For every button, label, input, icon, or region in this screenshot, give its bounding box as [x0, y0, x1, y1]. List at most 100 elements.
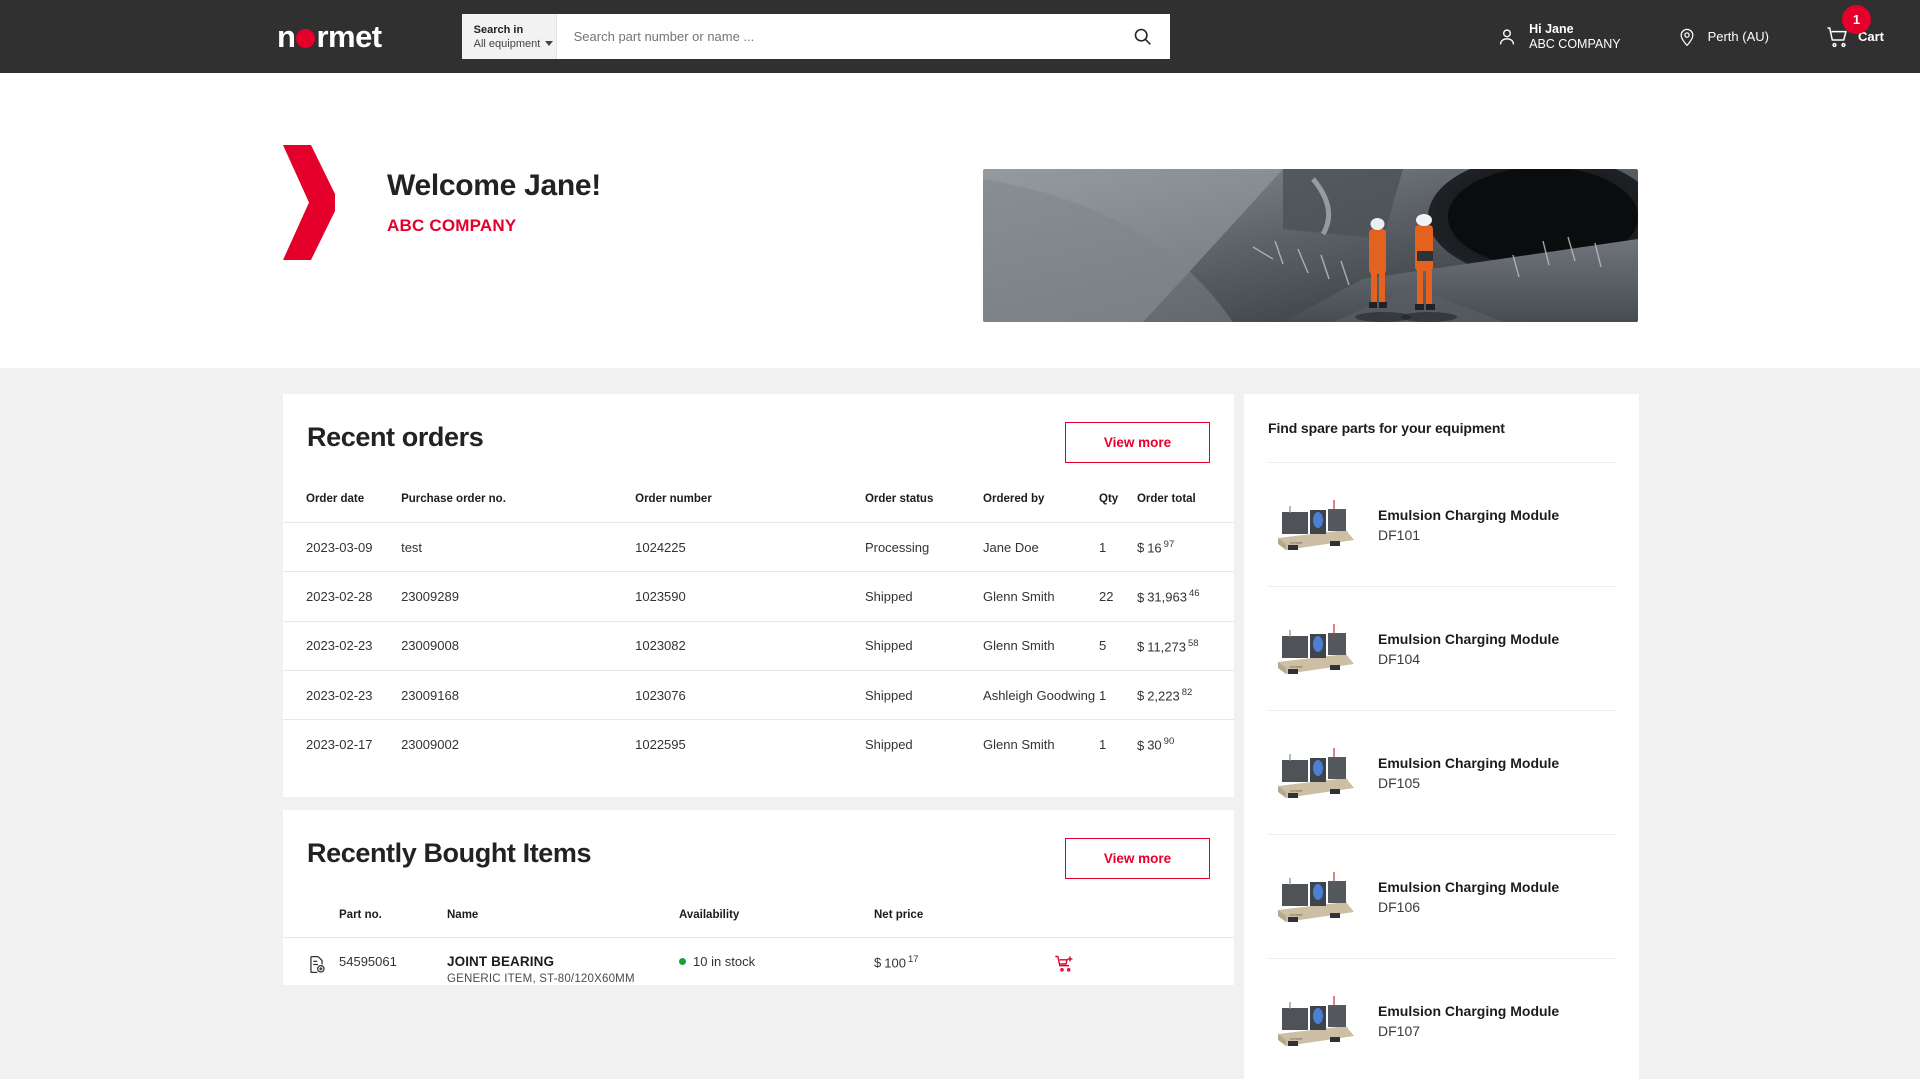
cell-qty: 1 — [1099, 669, 1137, 720]
column-actions — [1054, 909, 1234, 938]
cell-ordered-by: Jane Doe — [983, 521, 1099, 572]
currency-symbol: $ — [1136, 638, 1145, 654]
cell-po-number: 23009168 — [401, 669, 636, 720]
table-row[interactable]: 2023-02-28 23009289 1023590 Shipped Glen… — [283, 571, 1234, 622]
cents: 46 — [1188, 588, 1200, 600]
cents: 97 — [1163, 539, 1175, 550]
column-order-date: Order date — [306, 493, 365, 505]
cell-qty: 1 — [1099, 521, 1137, 572]
column-order-status: Order status — [864, 493, 934, 505]
cents: 17 — [907, 953, 919, 965]
recent-orders-header: Recent orders View more — [283, 394, 1234, 463]
cents: 82 — [1181, 686, 1193, 698]
user-icon — [1500, 28, 1515, 44]
equipment-item-df105[interactable]: normet Emulsion Charging Module DF105 — [1268, 710, 1615, 834]
location-selector[interactable]: Perth (AU) — [1677, 26, 1769, 48]
stock-label: 10 in stock — [693, 953, 756, 969]
spare-parts-title: Find spare parts for your equipment — [1268, 420, 1505, 436]
cell-order-number: 1023590 — [635, 571, 865, 622]
search-icon — [1134, 28, 1152, 45]
svg-text:normet: normet — [1290, 788, 1303, 793]
cell-order-total: $30 90 — [1136, 719, 1234, 769]
equipment-thumbnail: normet — [1268, 865, 1360, 928]
equipment-item-df101[interactable]: normet Emulsion Charging Module DF101 — [1268, 462, 1615, 586]
amount: 2,223 — [1147, 688, 1180, 704]
cell-order-status: Shipped — [864, 669, 984, 720]
equipment-name: Emulsion Charging Module — [1378, 754, 1560, 771]
cell-po-number: 23009289 — [401, 571, 636, 622]
cell-order-number: 1022595 — [635, 719, 865, 769]
in-stock-dot-icon — [679, 957, 686, 965]
user-company: ABC COMPANY — [1529, 36, 1621, 51]
table-row[interactable]: 2023-02-23 23009168 1023076 Shipped Ashl… — [283, 669, 1234, 720]
cell-order-total: $16 97 — [1136, 521, 1234, 572]
welcome-title: Welcome Jane! — [387, 169, 601, 202]
table-row[interactable]: 2023-02-17 23009002 1022595 Shipped Glen… — [283, 719, 1234, 769]
search-scope-dropdown[interactable]: Search in All equipment — [461, 14, 557, 59]
table-row[interactable]: 2023-02-23 23009008 1023082 Shipped Glen… — [283, 620, 1234, 671]
search-scope-value-row: All equipment — [474, 37, 556, 51]
equipment-thumbnail: normet — [1268, 741, 1360, 804]
cell-qty: 5 — [1099, 620, 1137, 671]
cart-button[interactable]: Cart 1 — [1825, 4, 1884, 49]
column-order-total: Order total — [1136, 493, 1196, 505]
equipment-labels: Emulsion Charging Module DF106 — [1378, 877, 1559, 917]
cell-order-status: Shipped — [864, 719, 984, 769]
currency-symbol: $ — [1136, 737, 1145, 753]
svg-text:normet: normet — [1290, 664, 1303, 669]
site-header: nrmet Search in All equipment Hi Jane AB… — [0, 0, 1920, 73]
currency-symbol: $ — [874, 954, 882, 970]
left-column: Recent orders View more Order date Purch… — [283, 394, 1234, 1079]
equipment-item-df104[interactable]: normet Emulsion Charging Module DF104 — [1268, 586, 1615, 710]
column-ordered-by: Ordered by — [983, 493, 1045, 505]
cell-qty: 1 — [1099, 719, 1137, 769]
location-label: Perth (AU) — [1707, 29, 1769, 44]
cell-order-date: 2023-02-23 — [283, 620, 402, 671]
logo-text-after: rmet — [316, 19, 382, 54]
normet-logo[interactable]: n rmet — [277, 21, 382, 52]
cell-qty: 22 — [1099, 571, 1137, 622]
cell-availability: 10 in stock — [679, 936, 874, 985]
product-name: JOINT BEARING — [447, 953, 555, 969]
add-to-cart-icon — [1055, 955, 1073, 972]
svg-text:normet: normet — [1290, 912, 1303, 917]
cell-po-number: test — [401, 521, 636, 572]
column-icon — [283, 909, 339, 938]
table-header-row: Part no. Name Availability Net price — [283, 909, 1234, 938]
column-name: Name — [447, 908, 479, 921]
search-button[interactable] — [1115, 14, 1170, 59]
cell-doc-icon[interactable] — [283, 936, 339, 985]
cell-add-to-cart[interactable] — [1054, 936, 1234, 985]
cell-order-date: 2023-02-17 — [283, 719, 402, 769]
cell-order-number: 1023076 — [635, 669, 865, 720]
recently-bought-view-more-button[interactable]: View more — [1065, 837, 1210, 879]
search-input[interactable] — [556, 14, 1116, 59]
equipment-labels: Emulsion Charging Module DF107 — [1378, 1001, 1559, 1041]
cell-ordered-by: Glenn Smith — [983, 719, 1099, 769]
svg-text:normet: normet — [1290, 540, 1303, 545]
amount: 11,273 — [1147, 638, 1186, 654]
equipment-thumbnail: normet — [1268, 989, 1360, 1052]
cell-order-number: 1023082 — [635, 620, 865, 671]
page-body: Recent orders View more Order date Purch… — [0, 368, 1920, 1079]
welcome-section: Welcome Jane! ABC COMPANY — [0, 73, 1920, 368]
cell-order-date: 2023-03-09 — [283, 521, 402, 572]
equipment-name: Emulsion Charging Module — [1378, 1002, 1560, 1019]
list-item[interactable]: 54595061 JOINT BEARING GENERIC ITEM, ST-… — [283, 936, 1234, 985]
cell-part-no: 54595061 — [339, 936, 447, 985]
equipment-item-df106[interactable]: normet Emulsion Charging Module DF106 — [1268, 834, 1615, 958]
account-labels: Hi Jane ABC COMPANY — [1529, 22, 1620, 52]
table-row[interactable]: 2023-03-09 test 1024225 Processing Jane … — [283, 521, 1234, 572]
equipment-model: DF101 — [1378, 526, 1421, 543]
location-pin-icon — [1680, 28, 1694, 46]
equipment-thumbnail: normet — [1268, 493, 1360, 556]
cell-order-number: 1024225 — [635, 521, 865, 572]
search-scope-label: Search in — [473, 23, 524, 36]
account-menu[interactable]: Hi Jane ABC COMPANY — [1496, 22, 1621, 52]
currency-symbol: $ — [1136, 540, 1145, 556]
equipment-item-df107[interactable]: normet Emulsion Charging Module DF107 — [1268, 958, 1615, 1079]
recent-orders-view-more-button[interactable]: View more — [1065, 422, 1210, 463]
cell-order-status: Shipped — [864, 620, 984, 671]
recently-bought-table: Part no. Name Availability Net price 545… — [283, 909, 1234, 985]
amount: 16 — [1147, 540, 1162, 556]
